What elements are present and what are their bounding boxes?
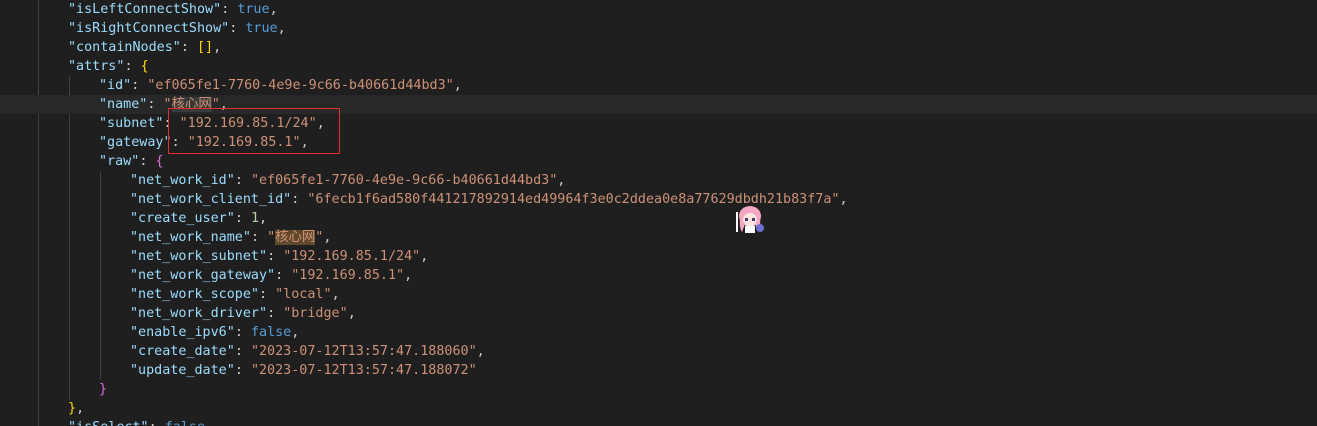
json-separator: : [234,173,251,188]
json-key: "net_work_subnet" [130,249,268,264]
json-punctuation: , [347,306,356,321]
json-key: "create_date" [130,344,235,359]
json-key: "net_work_scope" [130,287,259,302]
json-separator: : [234,344,251,359]
json-value: "ef065fe1-7760-4e9e-9c66-b40661d44bd3" [147,78,454,93]
json-value: "bridge" [283,306,348,321]
json-value: [] [197,40,214,55]
json-key: "raw" [99,154,140,169]
indent-guide [100,171,101,380]
json-key: "name" [99,97,148,112]
json-separator: : [147,97,164,112]
json-value: "2023-07-12T13:57:47.188072" [250,363,477,378]
json-separator: : [250,230,268,245]
code-editor[interactable]: "isLeftConnectShow": true, "isRightConnec… [0,0,1317,426]
json-punctuation: , [269,2,278,17]
json-punctuation: , [839,192,848,207]
json-punctuation: , [277,21,286,36]
json-key: "net_work_driver" [130,306,268,321]
json-separator: : [149,420,165,426]
json-separator: : [275,268,292,283]
json-value: "local" [275,287,332,302]
json-separator: : [267,249,284,264]
json-punctuation: , [476,344,485,359]
json-key: "id" [99,78,132,93]
json-key: "net_work_name" [130,230,251,245]
json-key: "net_work_client_id" [130,192,292,207]
anime-girl-sticker-icon [736,206,764,233]
json-value: "2023-07-12T13:57:47.188060" [250,344,477,359]
json-punctuation: , [404,268,413,283]
json-value: "核心网" [267,230,324,245]
json-key: "subnet" [99,116,164,131]
json-key: "containNodes" [68,40,181,55]
json-punctuation: , [291,325,300,340]
json-key: "isRightConnectShow" [68,21,230,36]
json-punctuation: , [213,40,222,55]
json-key: "isLeftConnectShow" [68,2,222,17]
json-value: } [68,401,77,416]
annotation-highlight-box [168,108,340,154]
json-value: { [140,59,149,74]
json-separator: : [234,363,251,378]
json-separator: : [234,211,251,226]
json-value: 1 [250,211,259,226]
json-value: { [155,154,164,169]
json-value: "ef065fe1-7760-4e9e-9c66-b40661d44bd3" [250,173,558,188]
json-separator: : [291,192,308,207]
json-key: "create_user" [130,211,235,226]
json-separator: : [131,78,148,93]
json-value: false [165,420,205,426]
json-key: "net_work_id" [130,173,235,188]
indent-guide [69,76,70,399]
json-punctuation: , [453,78,462,93]
json-punctuation: , [323,230,332,245]
indent-guide [38,0,39,426]
json-key: "isSelect" [68,420,149,426]
json-value: } [99,382,108,397]
json-key: "update_date" [130,363,235,378]
json-punctuation: , [331,287,340,302]
json-separator: : [124,59,141,74]
json-separator: : [259,287,276,302]
json-key: "net_work_gateway" [130,268,276,283]
json-key: "gateway" [99,135,172,150]
json-value: "192.169.85.1/24" [283,249,421,264]
json-value: "192.169.85.1" [291,268,405,283]
json-key: "attrs" [68,59,125,74]
json-punctuation: , [420,249,429,264]
json-key: "enable_ipv6" [130,325,235,340]
json-punctuation: , [76,401,85,416]
json-punctuation: , [259,211,268,226]
json-punctuation: , [557,173,566,188]
json-separator: : [267,306,284,321]
json-separator: : [180,40,197,55]
json-value: true [245,21,278,36]
json-separator: : [234,325,251,340]
json-value: true [237,2,270,17]
json-separator: : [221,2,238,17]
json-separator: : [229,21,246,36]
json-separator: : [139,154,156,169]
json-value: false [250,325,292,340]
